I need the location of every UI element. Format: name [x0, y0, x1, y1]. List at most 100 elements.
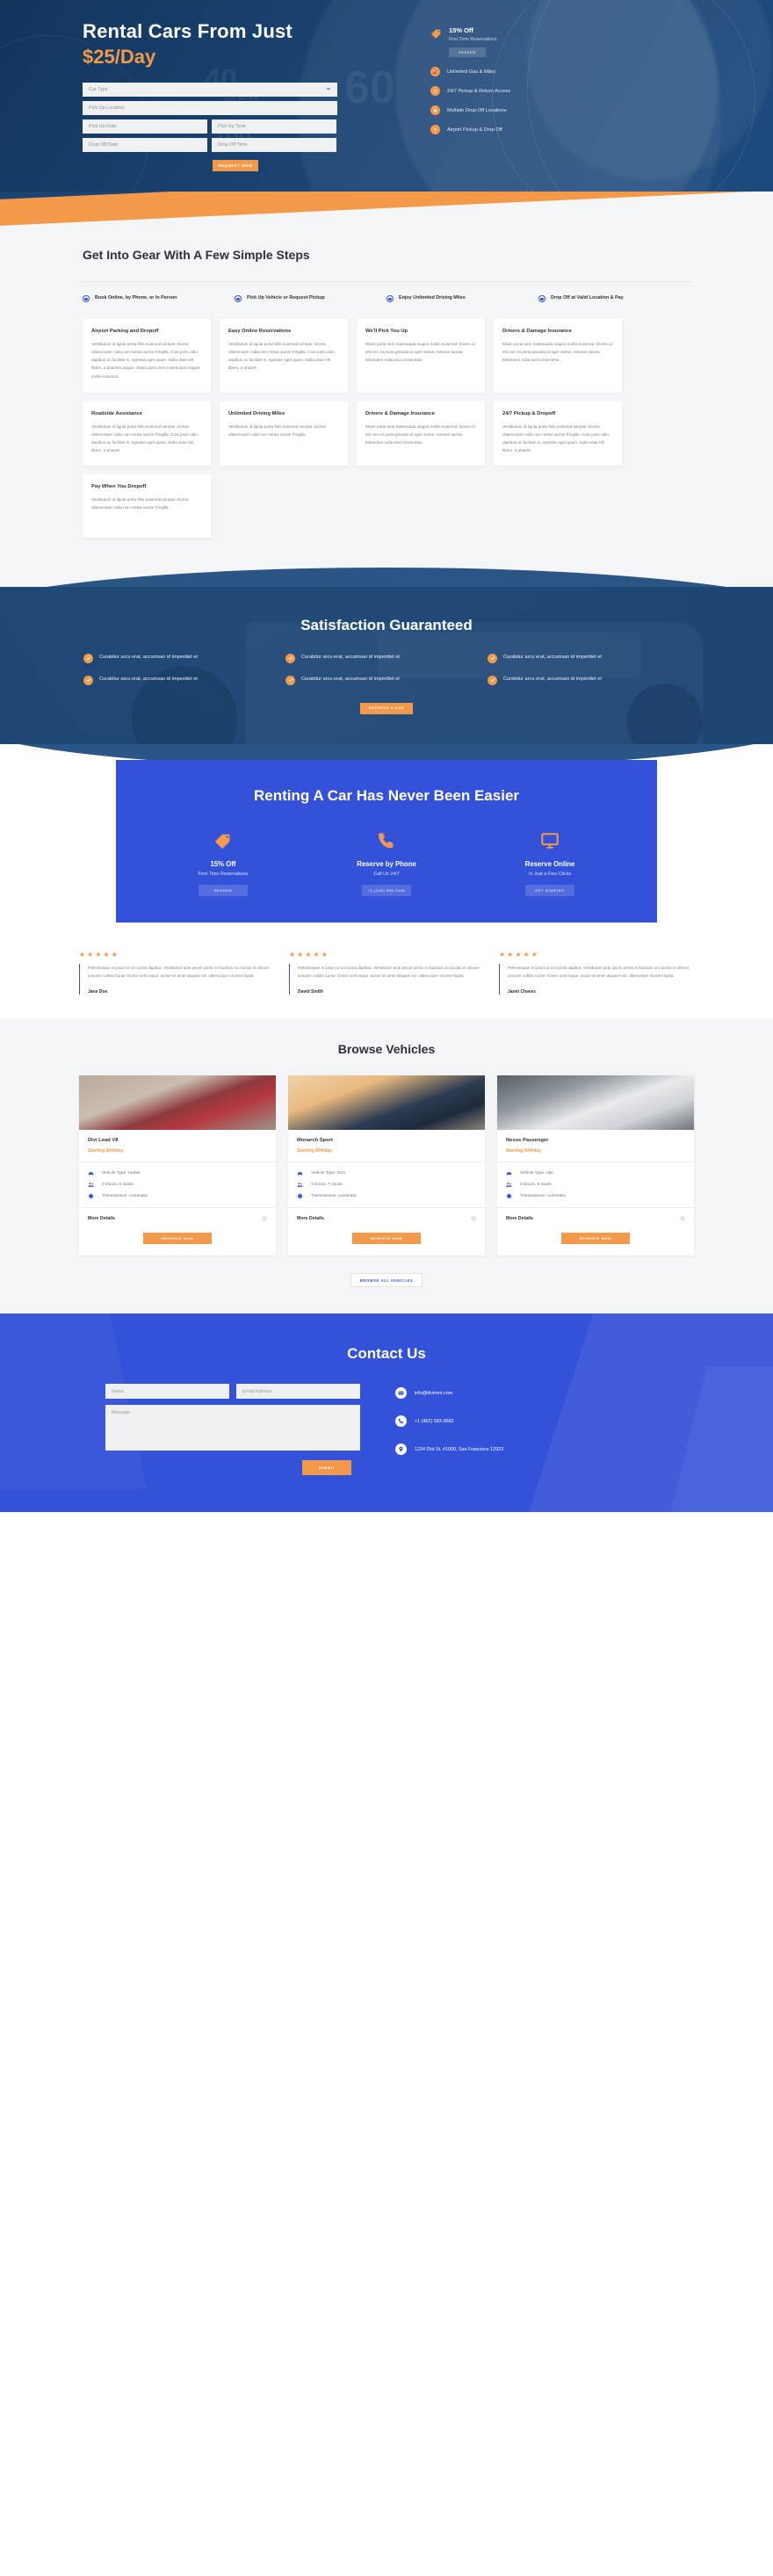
- step-item: Book Online, by Phone, or In Person: [83, 294, 235, 303]
- gear-icon: [297, 1193, 303, 1199]
- name-input[interactable]: Name: [105, 1384, 229, 1400]
- hero-feature-label: 24/7 Pickup & Return Access: [447, 88, 511, 94]
- feature-card: Drivers & Damage Insurance Etiam porta s…: [357, 401, 485, 466]
- renting-title: Reserve by Phone: [357, 860, 416, 868]
- car-type-select[interactable]: Car Type: [83, 82, 337, 97]
- feature-card-body: Vestibulum id ligula porta felis euismod…: [502, 423, 610, 453]
- testimonial-quote: Pellentesque in ipsum id orci porta dapi…: [298, 966, 480, 979]
- message-textarea[interactable]: Message: [105, 1405, 360, 1451]
- pickup-location-input[interactable]: Pick Up Location: [83, 100, 337, 115]
- dropoff-time-input[interactable]: Drop Off Time: [212, 137, 336, 152]
- star-rating-icon: ★★★★★: [79, 951, 119, 959]
- vehicle-card[interactable]: Monarch Sport Starting $44/day Vehicle T…: [288, 1075, 485, 1256]
- contact-address-item[interactable]: 1234 Divi St. #1000, San Francisco 12923: [395, 1444, 503, 1456]
- radio-icon: [538, 295, 545, 303]
- more-details-toggle[interactable]: More Details: [497, 1207, 694, 1229]
- hero-section: 40 MPH 60 100 Rental Cars From Just $25/…: [0, 0, 773, 192]
- email-input[interactable]: Email Address: [236, 1384, 360, 1400]
- renting-heading: Renting A Car Has Never Been Easier: [253, 786, 520, 804]
- feature-cards-grid: Airport Parking and Dropoff Vestibulum i…: [53, 303, 720, 538]
- spec-row: 4 Doors, 8 Seats: [506, 1182, 685, 1188]
- testimonial-card: ★★★★★ Pellentesque in ipsum id orci port…: [289, 951, 483, 995]
- contact-email-item[interactable]: info@divirent.com: [395, 1387, 503, 1400]
- promo-heading: 15% Off: [449, 26, 473, 34]
- reserve-a-car-button[interactable]: RESERVE A CAR: [360, 702, 413, 714]
- request-now-button[interactable]: REQUEST NOW: [213, 159, 258, 171]
- testimonial-card: ★★★★★ Pellentesque in ipsum id orci port…: [499, 951, 693, 995]
- step-item: Drop Off at Valid Location & Pay: [538, 294, 690, 303]
- contact-phone-item[interactable]: +1 (462) 583-3582: [395, 1415, 503, 1428]
- vehicle-card[interactable]: Divi Lead V8 Starting $44/day Vehicle Ty…: [79, 1075, 276, 1256]
- hero-feature-dropoff: ◉ Multiple Drop-Off Locations: [430, 105, 641, 115]
- tag-icon: [162, 829, 285, 852]
- redeem-button[interactable]: REDEEM: [449, 47, 486, 57]
- feature-card-title: We'll Pick You Up: [365, 328, 408, 334]
- spec-label: 4 Doors, 8 Seats: [520, 1183, 552, 1188]
- renting-section: Renting A Car Has Never Been Easier 15% …: [0, 759, 773, 945]
- check-icon: [488, 653, 497, 663]
- more-details-label: More Details: [88, 1216, 115, 1222]
- browse-vehicles-heading: Browse Vehicles: [337, 1042, 436, 1057]
- airplane-icon: ✈: [430, 125, 440, 134]
- pickup-date-input[interactable]: Pick Up Date: [83, 119, 207, 134]
- spec-row: Transmission: Automatic: [88, 1193, 267, 1199]
- landing-page: 40 MPH 60 100 Rental Cars From Just $25/…: [0, 0, 773, 1513]
- feature-card-title: Pay When You Dropoff: [91, 483, 147, 489]
- satisfaction-section: Satisfaction Guaranteed Curabitur arcu e…: [0, 587, 773, 744]
- renting-column-discount: 15% Off First Time Reservations REDEEM: [162, 829, 285, 896]
- pickup-time-input[interactable]: Pick Up Time: [212, 119, 336, 134]
- more-details-label: More Details: [297, 1216, 324, 1222]
- radio-icon: [386, 295, 394, 303]
- more-details-toggle[interactable]: More Details: [79, 1207, 276, 1229]
- vehicle-price: Starting $44/day: [88, 1148, 124, 1154]
- feature-card: Pay When You Dropoff Vestibulum id ligul…: [83, 474, 211, 538]
- satisfaction-item: Curabitur arcu erat, accumsan id imperdi…: [285, 675, 488, 685]
- feature-card-title: Easy Online Reservations: [228, 328, 292, 334]
- reserve-now-button[interactable]: RESERVE NOW: [352, 1233, 421, 1245]
- hero-right-column: 15% Off First Time Reservations REDEEM ⛽…: [430, 19, 641, 171]
- step-item: Pick Up Vehicle or Request Pickup: [235, 294, 386, 303]
- vehicle-card[interactable]: Nexus Passenger Starting $44/day Vehicle…: [497, 1075, 694, 1256]
- monitor-icon: [488, 829, 611, 852]
- more-details-label: More Details: [506, 1216, 533, 1222]
- check-icon: [488, 675, 497, 685]
- reserve-now-button[interactable]: RESERVE NOW: [561, 1233, 630, 1245]
- testimonial-author: Janet Chavez: [508, 989, 536, 995]
- satisfaction-label: Curabitur arcu erat, accumsan id imperdi…: [99, 654, 198, 660]
- browse-all-vehicles-button[interactable]: BROWSE ALL VEHICLES: [350, 1273, 423, 1288]
- car-icon: [297, 1170, 303, 1176]
- testimonial-quote: Pellentesque in ipsum id orci porta dapi…: [508, 966, 690, 979]
- feature-card-body: Vestibulum id ligula porta felis euismod…: [228, 341, 336, 371]
- step-label: Pick Up Vehicle or Request Pickup: [247, 295, 325, 301]
- reserve-now-button[interactable]: RESERVE NOW: [143, 1233, 212, 1245]
- vehicle-name: Nexus Passenger: [506, 1138, 549, 1144]
- phone-number-button[interactable]: +1 (235) 596-3496: [362, 885, 411, 896]
- feature-card-title: 24/7 Pickup & Dropoff: [502, 410, 556, 416]
- feature-card-body: Etiam porta sem malesuada magna mollis e…: [365, 423, 475, 445]
- feature-card-title: Airport Parking and Dropoff: [91, 328, 159, 334]
- renting-columns: 15% Off First Time Reservations REDEEM R…: [116, 829, 657, 896]
- hero-feature-label: Multiple Drop-Off Locations: [447, 107, 507, 113]
- contact-heading: Contact Us: [347, 1345, 426, 1363]
- feature-card: We'll Pick You Up Etiam porta sem malesu…: [357, 318, 485, 393]
- phone-icon: [395, 1415, 407, 1428]
- satisfaction-item: Curabitur arcu erat, accumsan id imperdi…: [285, 653, 488, 663]
- steps-list: Book Online, by Phone, or In Person Pick…: [53, 282, 720, 303]
- testimonials-section: ★★★★★ Pellentesque in ipsum id orci port…: [0, 945, 773, 1020]
- plus-icon: [680, 1216, 685, 1222]
- dropoff-date-input[interactable]: Drop Off Date: [83, 137, 207, 152]
- redeem-button[interactable]: REDEEM: [199, 885, 248, 896]
- vehicles-grid: Divi Lead V8 Starting $44/day Vehicle Ty…: [79, 1075, 694, 1256]
- satisfaction-top-wave: [0, 560, 773, 587]
- spec-row: Vehicle Type: Sedan: [88, 1170, 267, 1176]
- vehicle-specs: Vehicle Type: Sedan 4 Doors, 5 Seats Tra…: [79, 1161, 276, 1207]
- gear-icon: [506, 1193, 512, 1199]
- spec-label: Vehicle Type: SUV: [311, 1171, 346, 1176]
- vehicle-name: Divi Lead V8: [88, 1138, 119, 1144]
- people-icon: [506, 1182, 512, 1188]
- get-started-button[interactable]: GET STARTED: [525, 885, 574, 896]
- radio-icon: [83, 295, 90, 303]
- more-details-toggle[interactable]: More Details: [288, 1207, 485, 1229]
- submit-button[interactable]: SUBMIT: [302, 1460, 351, 1476]
- feature-card-body: Vestibulum id ligula porta felis euismod…: [91, 496, 190, 510]
